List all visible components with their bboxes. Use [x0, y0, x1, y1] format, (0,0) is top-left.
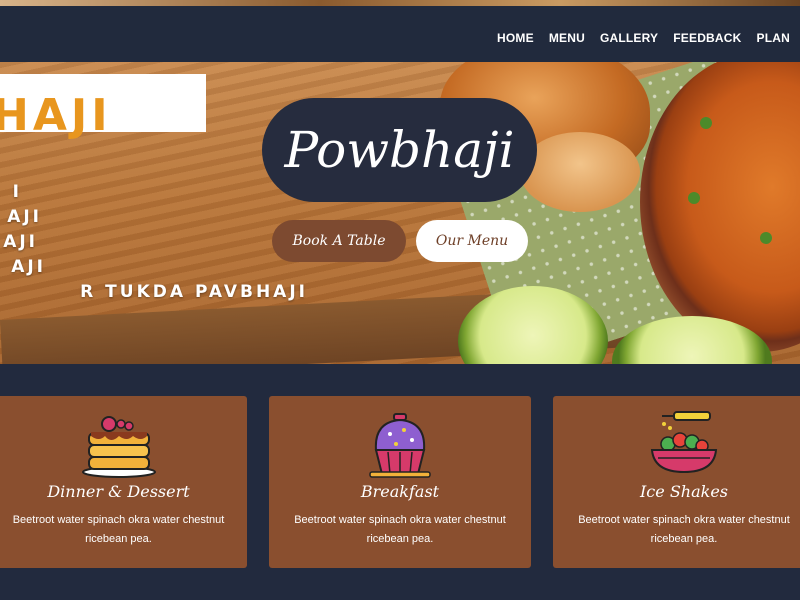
service-card-dinner: Dinner & Dessert Beetroot water spinach … [0, 396, 247, 568]
hero-banner: HAJI I AJI AJI AJI R TUKDA PAVBHAJI Powb… [0, 62, 800, 364]
hero-dish-item: R TUKDA PAVBHAJI [80, 282, 308, 302]
book-table-button[interactable]: Book A Table [272, 220, 406, 262]
hero-pea [700, 117, 712, 129]
hero-bun-image-2 [520, 132, 640, 212]
cupcake-icon [360, 410, 440, 480]
service-card-breakfast: Breakfast Beetroot water spinach okra wa… [269, 396, 531, 568]
service-card-ice-shakes: Ice Shakes Beetroot water spinach okra w… [553, 396, 800, 568]
hero-dish-item: AJI [11, 257, 46, 277]
hero-logo-panel: HAJI [0, 74, 206, 141]
navbar: HOME MENU GALLERY FEEDBACK PLAN [0, 6, 800, 62]
service-description: Beetroot water spinach okra water chestn… [294, 514, 506, 545]
service-title: Breakfast [360, 482, 440, 501]
nav-feedback-link[interactable]: FEEDBACK [673, 31, 741, 45]
hero-pea [760, 232, 772, 244]
hero-title-badge: Powbhaji [262, 98, 537, 202]
hero-logo-text: HAJI [0, 90, 112, 141]
nav-gallery-link[interactable]: GALLERY [600, 31, 658, 45]
hero-dish-list: I AJI AJI AJI R TUKDA PAVBHAJI [0, 180, 308, 305]
nav-home-link[interactable]: HOME [497, 31, 534, 45]
nav-menu-link[interactable]: MENU [549, 31, 585, 45]
main-nav: HOME MENU GALLERY FEEDBACK PLAN [497, 31, 790, 45]
our-menu-button[interactable]: Our Menu [416, 220, 528, 262]
service-title: Dinner & Dessert [47, 482, 190, 501]
hero-dish-item: AJI [7, 207, 42, 227]
salad-bowl-icon [644, 410, 724, 480]
service-description: Beetroot water spinach okra water chestn… [12, 514, 225, 545]
nav-plan-link[interactable]: PLAN [757, 31, 790, 45]
hero-title: Powbhaji [284, 121, 515, 179]
service-title: Ice Shakes [639, 482, 728, 501]
pancake-icon [79, 410, 159, 480]
hero-dish-item: AJI [3, 232, 38, 252]
hero-pea [688, 192, 700, 204]
hero-dish-item: I [12, 182, 22, 202]
service-description: Beetroot water spinach okra water chestn… [578, 514, 790, 545]
